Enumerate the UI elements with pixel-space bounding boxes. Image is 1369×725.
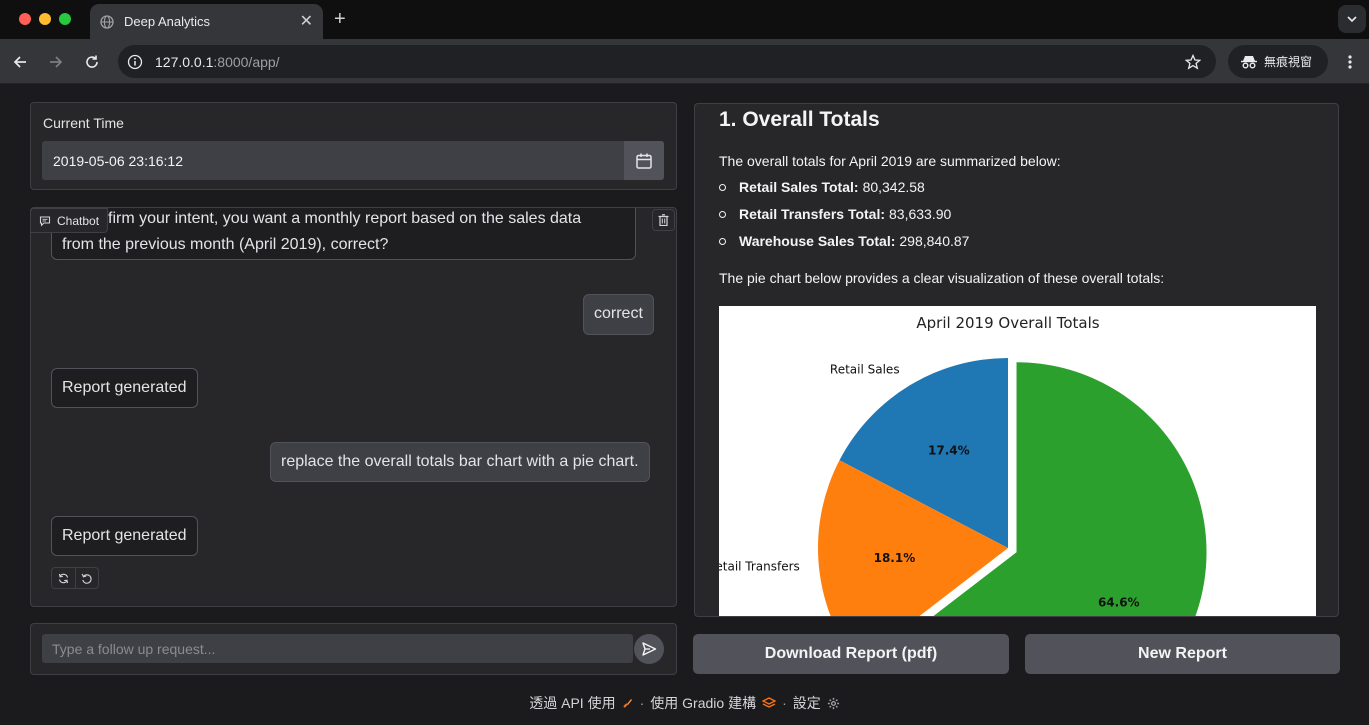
report-panel[interactable]: 1. Overall Totals The overall totals for… [694,103,1339,617]
send-icon [642,642,657,656]
incognito-indicator[interactable]: 無痕視窗 [1228,45,1328,78]
pie-category-label: Retail Sales [830,362,900,376]
window-controls [19,13,71,25]
list-item-value: 83,633.90 [889,206,952,222]
footer-separator: · [782,695,787,711]
footer: 透過 API 使用 · 使用 Gradio 建構 · 設定 [0,693,1369,713]
chatbot-panel[interactable]: firm your intent, you want a monthly rep… [30,207,677,607]
maximize-window-button[interactable] [59,13,71,25]
list-item: Retail Transfers Total: 83,633.90 [719,206,951,222]
calendar-icon [636,153,652,169]
gradio-logo-icon [762,697,777,708]
pie-percent-label: 18.1% [874,551,916,565]
forward-icon[interactable] [45,51,67,73]
chatbot-label-text: Chatbot [57,213,100,228]
list-item-label: Warehouse Sales Total: [739,233,896,249]
report-heading: 1. Overall Totals [719,108,880,131]
new-report-button[interactable]: New Report [1025,634,1340,674]
incognito-icon [1241,55,1257,68]
pie-chart: 17.4% Retail Sales 18.1% Retail Transfers 64… [708,314,1207,616]
follow-up-input-wrapper [42,634,633,663]
list-item-label: Retail Sales Total: [739,179,859,195]
kebab-menu-icon[interactable] [1342,51,1358,73]
url-text: 127.0.0.1:8000/app/ [155,54,1182,70]
message-actions [51,567,99,589]
list-item-label: Retail Transfers Total: [739,206,886,222]
footer-separator: · [639,695,645,711]
list-item: Retail Sales Total: 80,342.58 [719,179,925,195]
undo-button[interactable] [76,568,99,588]
bullet-icon [719,183,726,191]
tab-title: Deep Analytics [124,14,210,29]
follow-up-input[interactable] [42,640,633,657]
site-info-icon[interactable] [124,51,146,73]
rocket-icon [622,699,632,708]
chart-intro: The pie chart below provides a clear vis… [719,270,1165,286]
chat-message-bot: Report generated [51,368,198,408]
bullet-icon [719,237,726,245]
list-item: Warehouse Sales Total: 298,840.87 [719,233,969,249]
gear-icon[interactable] [827,697,840,710]
tab-search-button[interactable] [1338,5,1366,33]
address-bar[interactable]: 127.0.0.1:8000/app/ [118,45,1216,78]
chart-title: April 2019 Overall Totals [916,314,1099,332]
browser-titlebar: Deep Analytics ✕ + [0,0,1369,39]
bookmark-star-icon[interactable] [1182,51,1204,73]
new-tab-icon[interactable]: + [334,8,346,30]
list-item-value: 80,342.58 [862,179,925,195]
browser-tab[interactable]: Deep Analytics ✕ [90,4,323,39]
chat-message-user: correct [583,294,654,335]
url-host: 127.0.0.1 [155,53,214,70]
retry-button[interactable] [52,568,76,588]
datetime-field[interactable]: 2019-05-06 23:16:12 [42,141,664,180]
chat-message-user: replace the overall totals bar chart wit… [270,442,650,482]
chat-message-text: firm your intent, you want a monthly rep… [108,210,582,227]
reload-icon[interactable] [81,51,103,73]
retry-icon [58,573,68,583]
tab-close-icon[interactable]: ✕ [300,13,313,30]
chat-message-bot: firm your intent, you want a monthly rep… [51,208,636,260]
send-button[interactable] [634,634,664,664]
built-with-gradio-link[interactable]: 使用 Gradio 建構 [650,693,756,713]
close-window-button[interactable] [19,13,31,25]
pie-percent-label: 17.4% [928,444,970,458]
use-via-api-link[interactable]: 透過 API 使用 [529,693,615,713]
chevron-down-icon [1347,16,1357,23]
browser-toolbar: 127.0.0.1:8000/app/ 無痕視窗 [0,39,1369,84]
list-item-value: 298,840.87 [899,233,970,249]
globe-icon [100,14,114,29]
undo-icon [81,573,92,584]
chat-bubble-icon [39,215,51,227]
chatbot-label: Chatbot [30,208,109,233]
time-label: Current Time [43,115,124,131]
settings-link[interactable]: 設定 [793,693,821,713]
trash-icon [658,214,669,226]
back-icon[interactable] [9,51,31,73]
chat-message-text: from the previous month (April 2019), co… [62,236,389,253]
incognito-label: 無痕視窗 [1264,55,1313,69]
pie-chart-image: 17.4% Retail Sales 18.1% Retail Transfers 64… [708,306,1316,616]
minimize-window-button[interactable] [39,13,51,25]
chat-message-bot: Report generated [51,516,198,556]
pie-category-label: Retail Transfers [719,559,800,573]
url-path: :8000/app/ [213,53,280,70]
pie-percent-label: 64.6% [1098,596,1140,610]
clear-chat-button[interactable] [652,209,675,231]
bullet-icon [719,210,726,218]
calendar-button[interactable] [624,141,664,180]
download-report-button[interactable]: Download Report (pdf) [693,634,1009,674]
report-intro: The overall totals for April 2019 are su… [719,153,1061,169]
datetime-value[interactable]: 2019-05-06 23:16:12 [42,153,624,169]
